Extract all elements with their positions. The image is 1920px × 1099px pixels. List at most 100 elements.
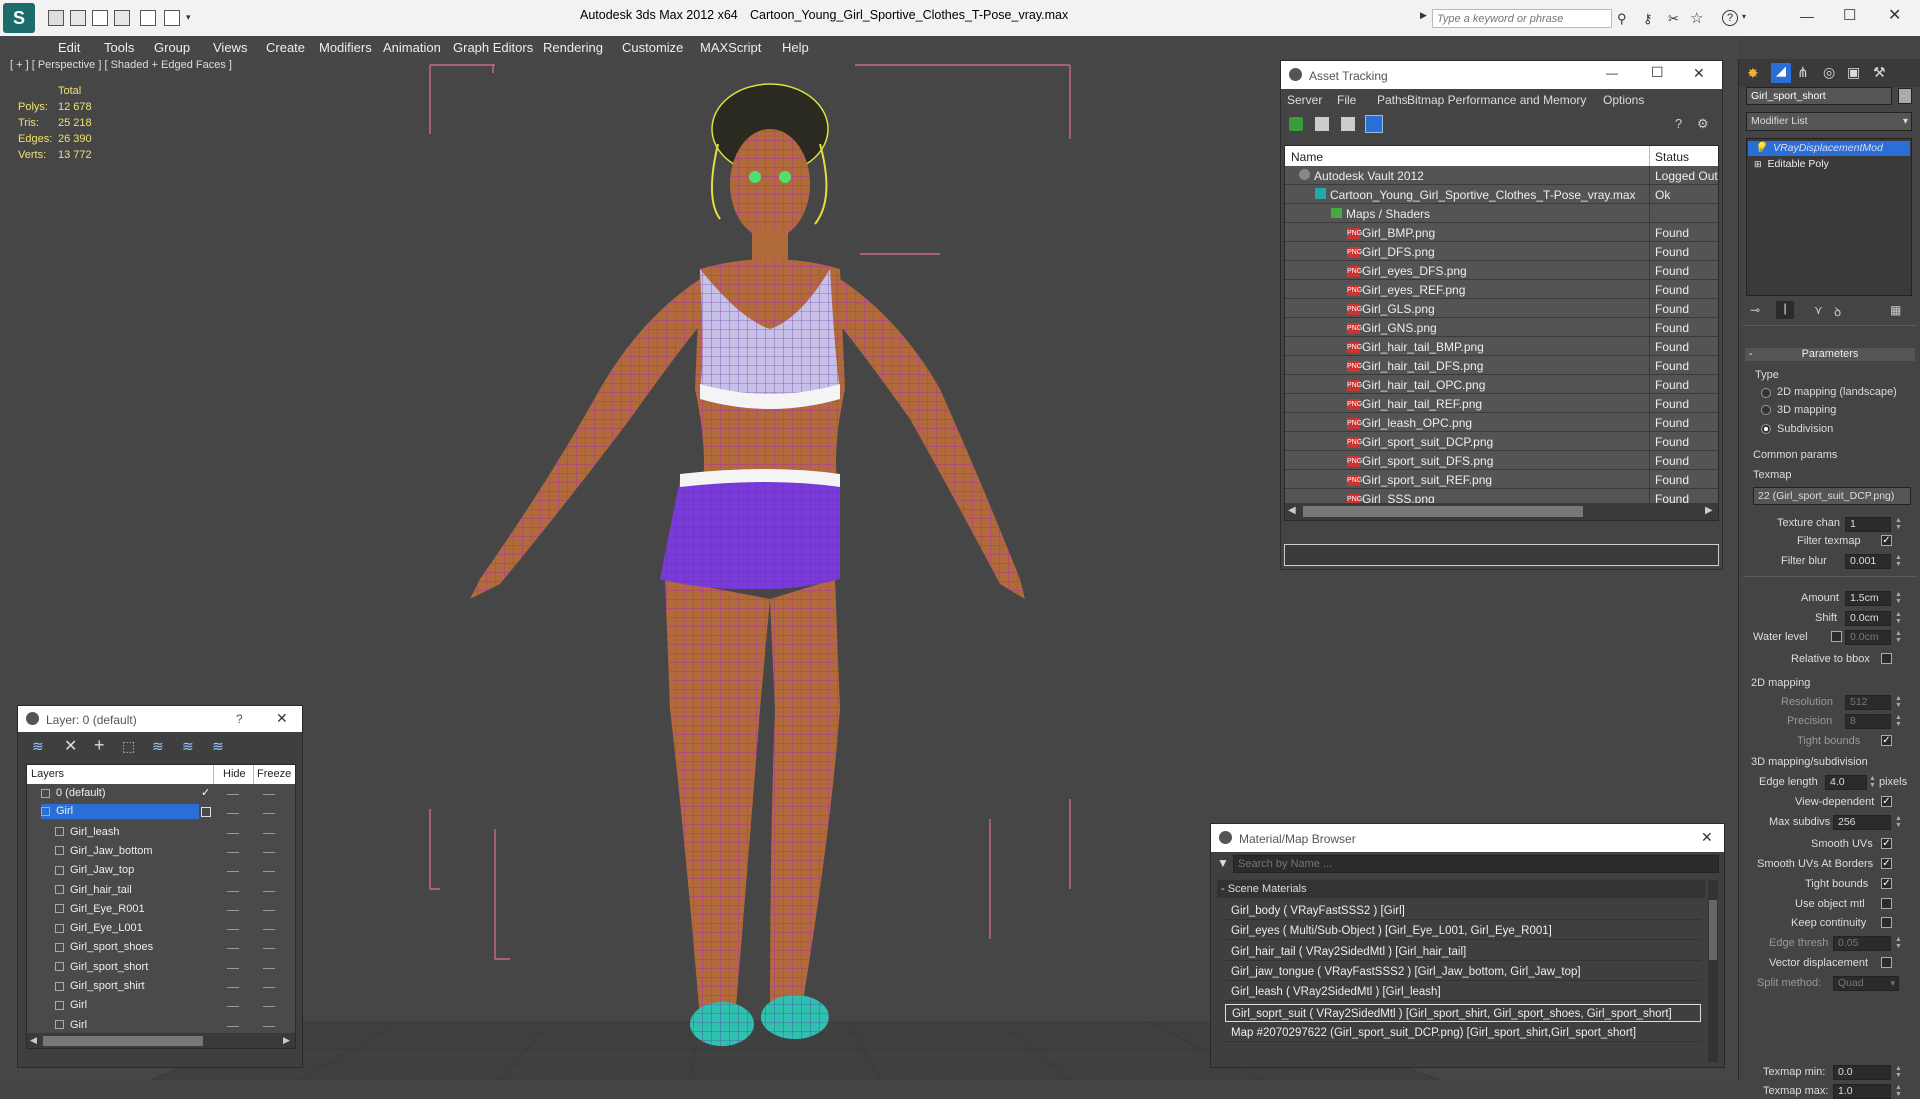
edge-length-input[interactable]: 4.0	[1825, 775, 1867, 790]
material-browser-titlebar[interactable]: Material/Map Browser ✕	[1211, 824, 1724, 852]
save-icon[interactable]	[70, 10, 86, 26]
material-row[interactable]: Girl_eyes ( Multi/Sub-Object ) [Girl_Eye…	[1225, 922, 1701, 941]
freeze-toggle[interactable]	[263, 871, 275, 873]
light-bulb-icon[interactable]: 💡	[1754, 142, 1767, 154]
col-status-header[interactable]: Status	[1655, 150, 1689, 164]
utilities-tab-icon[interactable]: ⚒	[1873, 64, 1886, 81]
material-row[interactable]: Map #2070297622 (Girl_sport_suit_DCP.png…	[1225, 1024, 1701, 1042]
menu-rendering[interactable]: Rendering	[543, 40, 603, 55]
delete-layer-icon[interactable]: ✕	[64, 736, 77, 756]
asset-maximize-icon[interactable]: ☐	[1651, 64, 1664, 81]
asset-row[interactable]: PNGGirl_eyes_DFS.png Found	[1285, 261, 1718, 280]
toolbar-dropdown-icon[interactable]: ▾	[186, 12, 191, 23]
precision-spinner[interactable]: ▲ ▼	[1895, 714, 1903, 729]
asset-row[interactable]: PNGGirl_GLS.png Found	[1285, 299, 1718, 318]
water-level-checkbox[interactable]	[1831, 631, 1842, 642]
smooth-uvs-checkbox[interactable]: ✓	[1881, 838, 1892, 849]
radio-3d-mapping[interactable]	[1761, 405, 1771, 415]
layer-row[interactable]: Girl_hair_tail	[27, 881, 295, 900]
motion-tab-icon[interactable]: ◎	[1823, 64, 1835, 81]
tree-view-icon[interactable]	[1341, 117, 1355, 131]
water-level-spinner[interactable]: ▲ ▼	[1895, 630, 1903, 645]
hide-toggle[interactable]	[227, 832, 239, 834]
layer-titlebar[interactable]: Layer: 0 (default) ? ✕	[18, 706, 302, 732]
layer-row[interactable]: Girl	[27, 1016, 295, 1035]
texmap-min-spinner[interactable]: ▲ ▼	[1895, 1065, 1903, 1080]
precision-input[interactable]: 8	[1845, 714, 1891, 729]
layer-help-icon[interactable]: ?	[236, 712, 243, 726]
material-row[interactable]: Girl_jaw_tongue ( VRayFastSSS2 ) [Girl_J…	[1225, 963, 1701, 981]
layer-row[interactable]: 0 (default) ✓	[27, 784, 295, 803]
asset-row[interactable]: PNGGirl_hair_tail_REF.png Found	[1285, 394, 1718, 413]
asset-row[interactable]: PNGGirl_hair_tail_DFS.png Found	[1285, 356, 1718, 375]
max-subdivs-input[interactable]: 256	[1833, 815, 1891, 830]
expand-icon[interactable]: ⊞	[1754, 159, 1762, 169]
add-to-layer-icon[interactable]: +	[94, 735, 105, 756]
asset-menu-options[interactable]: Options	[1603, 93, 1644, 107]
asset-menu-server[interactable]: Server	[1287, 93, 1322, 107]
menu-group[interactable]: Group	[154, 40, 190, 55]
texmap-max-input[interactable]: 1.0	[1833, 1084, 1891, 1099]
hierarchy-tab-icon[interactable]: ⋔	[1797, 64, 1809, 81]
asset-row[interactable]: Autodesk Vault 2012 Logged Out	[1285, 166, 1718, 185]
menu-edit[interactable]: Edit	[58, 40, 80, 55]
pin-stack-icon[interactable]: ⊸	[1750, 303, 1760, 317]
highlight-layer-icon[interactable]: ≋	[152, 738, 164, 755]
radio-subdivision[interactable]	[1761, 424, 1771, 434]
freeze-toggle[interactable]	[263, 832, 275, 834]
freeze-toggle[interactable]	[263, 813, 275, 815]
texture-chan-spinner[interactable]: ▲ ▼	[1895, 517, 1903, 532]
scene-materials-header[interactable]: - Scene Materials	[1217, 880, 1705, 898]
help-icon[interactable]: ?	[1722, 10, 1738, 26]
shift-spinner[interactable]: ▲ ▼	[1895, 611, 1903, 626]
texmap-min-input[interactable]: 0.0	[1833, 1065, 1891, 1080]
material-row[interactable]: Girl_hair_tail ( VRay2SidedMtl ) [Girl_h…	[1225, 943, 1701, 961]
asset-path-field[interactable]	[1284, 544, 1719, 566]
use-object-mtl-checkbox[interactable]	[1881, 898, 1892, 909]
texmap-button[interactable]: 22 (Girl_sport_suit_DCP.png)	[1753, 487, 1911, 505]
asset-hscrollbar[interactable]: ◀ ▶	[1285, 503, 1718, 520]
menu-modifiers[interactable]: Modifiers	[319, 40, 372, 55]
asset-row[interactable]: PNGGirl_leash_OPC.png Found	[1285, 413, 1718, 432]
freeze-toggle[interactable]	[263, 1006, 275, 1008]
refresh-icon[interactable]	[1289, 117, 1303, 131]
show-end-result-icon[interactable]: |	[1776, 301, 1794, 319]
material-row[interactable]: Girl_soprt_suit ( VRay2SidedMtl ) [Girl_…	[1225, 1003, 1701, 1022]
layer-row[interactable]: Girl_Jaw_bottom	[27, 842, 295, 861]
scroll-right-icon[interactable]: ▶	[1705, 505, 1713, 516]
col-name-header[interactable]: Name	[1291, 150, 1323, 164]
communication-icon[interactable]: ✂	[1668, 11, 1679, 27]
tight-bounds-checkbox[interactable]: ✓	[1881, 735, 1892, 746]
layer-row[interactable]: Girl_Jaw_top	[27, 861, 295, 880]
edge-thresh-spinner[interactable]: ▲ ▼	[1895, 936, 1903, 951]
layer-row[interactable]: Girl_Eye_L001	[27, 919, 295, 938]
asset-menu-bitmap[interactable]: Bitmap Performance and Memory	[1407, 93, 1586, 107]
stack-item-vraydisplacement[interactable]: 💡 VRayDisplacementMod	[1748, 141, 1910, 156]
current-layer-check-icon[interactable]: ✓	[201, 786, 210, 799]
asset-minimize-icon[interactable]: —	[1606, 66, 1618, 80]
smooth-uvs-borders-checkbox[interactable]: ✓	[1881, 858, 1892, 869]
layer-scroll-thumb[interactable]	[43, 1036, 203, 1046]
tight-bounds-3d-checkbox[interactable]: ✓	[1881, 878, 1892, 889]
modifier-list-dropdown[interactable]: Modifier List ▾	[1746, 112, 1912, 131]
view-dependent-checkbox[interactable]: ✓	[1881, 796, 1892, 807]
material-close-icon[interactable]: ✕	[1701, 829, 1713, 846]
redo-icon[interactable]	[164, 10, 180, 26]
set-current-checkbox[interactable]	[201, 807, 211, 818]
freeze-toggle[interactable]	[263, 987, 275, 988]
new-icon[interactable]	[92, 10, 108, 26]
select-in-layer-icon[interactable]: ⬚	[122, 738, 135, 755]
shift-input[interactable]: 0.0cm	[1845, 611, 1891, 626]
list-view-icon[interactable]	[1315, 117, 1329, 131]
freeze-toggle[interactable]	[263, 967, 275, 969]
hide-toggle[interactable]	[227, 890, 239, 892]
texmap-max-spinner[interactable]: ▲ ▼	[1895, 1084, 1903, 1099]
configure-sets-icon[interactable]: ▦	[1890, 303, 1901, 317]
asset-close-icon[interactable]: ✕	[1693, 65, 1705, 82]
search-arrow-icon[interactable]: ▶	[1420, 10, 1430, 26]
edge-thresh-input[interactable]: 0.05	[1833, 936, 1891, 951]
split-method-dropdown[interactable]: Quad ▾	[1833, 976, 1899, 991]
hide-toggle[interactable]	[227, 813, 239, 815]
parameters-rollout[interactable]: - Parameters	[1745, 348, 1915, 361]
close-icon[interactable]: ✕	[1888, 5, 1901, 25]
